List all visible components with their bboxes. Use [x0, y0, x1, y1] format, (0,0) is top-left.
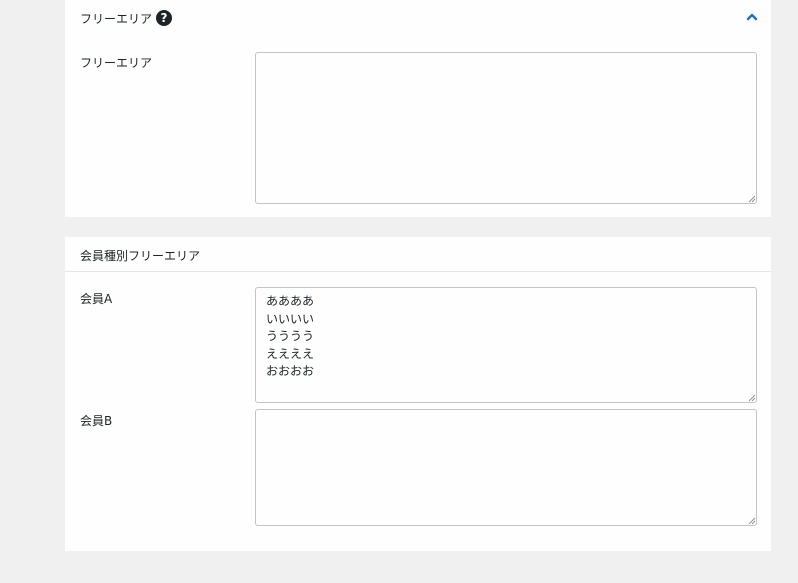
free-area-textarea[interactable] [255, 52, 757, 204]
free-area-panel-header[interactable]: フリーエリア ? [65, 0, 771, 36]
member-a-textarea[interactable]: ああああ いいいい うううう ええええ おおおお [255, 287, 757, 403]
member-free-area-panel-title: 会員種別フリーエリア [80, 249, 201, 263]
free-area-panel: フリーエリア ? フリーエリア [65, 0, 771, 217]
member-b-label: 会員B [80, 414, 113, 428]
member-free-area-panel-header: 会員種別フリーエリア [65, 237, 771, 272]
free-area-field-label: フリーエリア [80, 56, 153, 70]
member-a-label: 会員A [80, 292, 113, 306]
resize-grip-icon[interactable] [748, 517, 756, 525]
free-area-panel-title: フリーエリア [80, 12, 153, 26]
chevron-up-icon[interactable] [745, 11, 759, 23]
resize-grip-icon[interactable] [748, 195, 756, 203]
member-b-textarea[interactable] [255, 409, 757, 526]
resize-grip-icon[interactable] [748, 394, 756, 402]
help-icon[interactable]: ? [156, 10, 172, 26]
member-free-area-panel: 会員種別フリーエリア 会員A ああああ いいいい うううう ええええ おおおお … [65, 237, 771, 551]
